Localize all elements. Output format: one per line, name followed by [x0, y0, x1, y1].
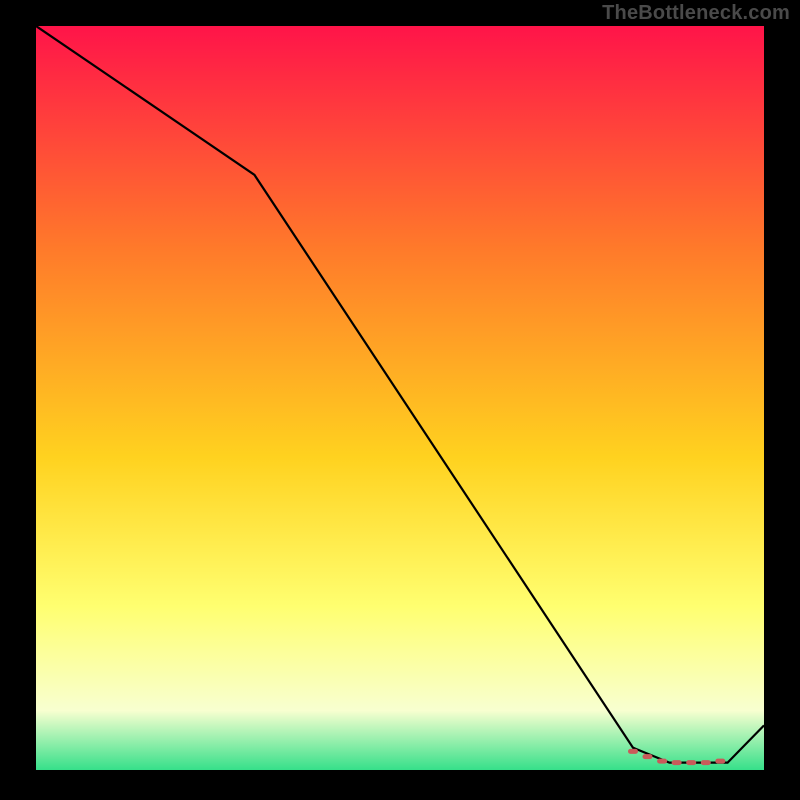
marker-dot — [657, 759, 667, 764]
marker-dot — [686, 760, 696, 765]
plot-area — [36, 26, 764, 770]
marker-dot — [715, 759, 725, 764]
chart-svg — [36, 26, 764, 770]
marker-dot — [672, 760, 682, 765]
marker-dot — [643, 754, 653, 759]
watermark-text: TheBottleneck.com — [602, 2, 790, 25]
chart-frame: TheBottleneck.com — [0, 0, 800, 800]
gradient-background — [36, 26, 764, 770]
marker-dot — [701, 760, 711, 765]
marker-dot — [628, 749, 638, 754]
